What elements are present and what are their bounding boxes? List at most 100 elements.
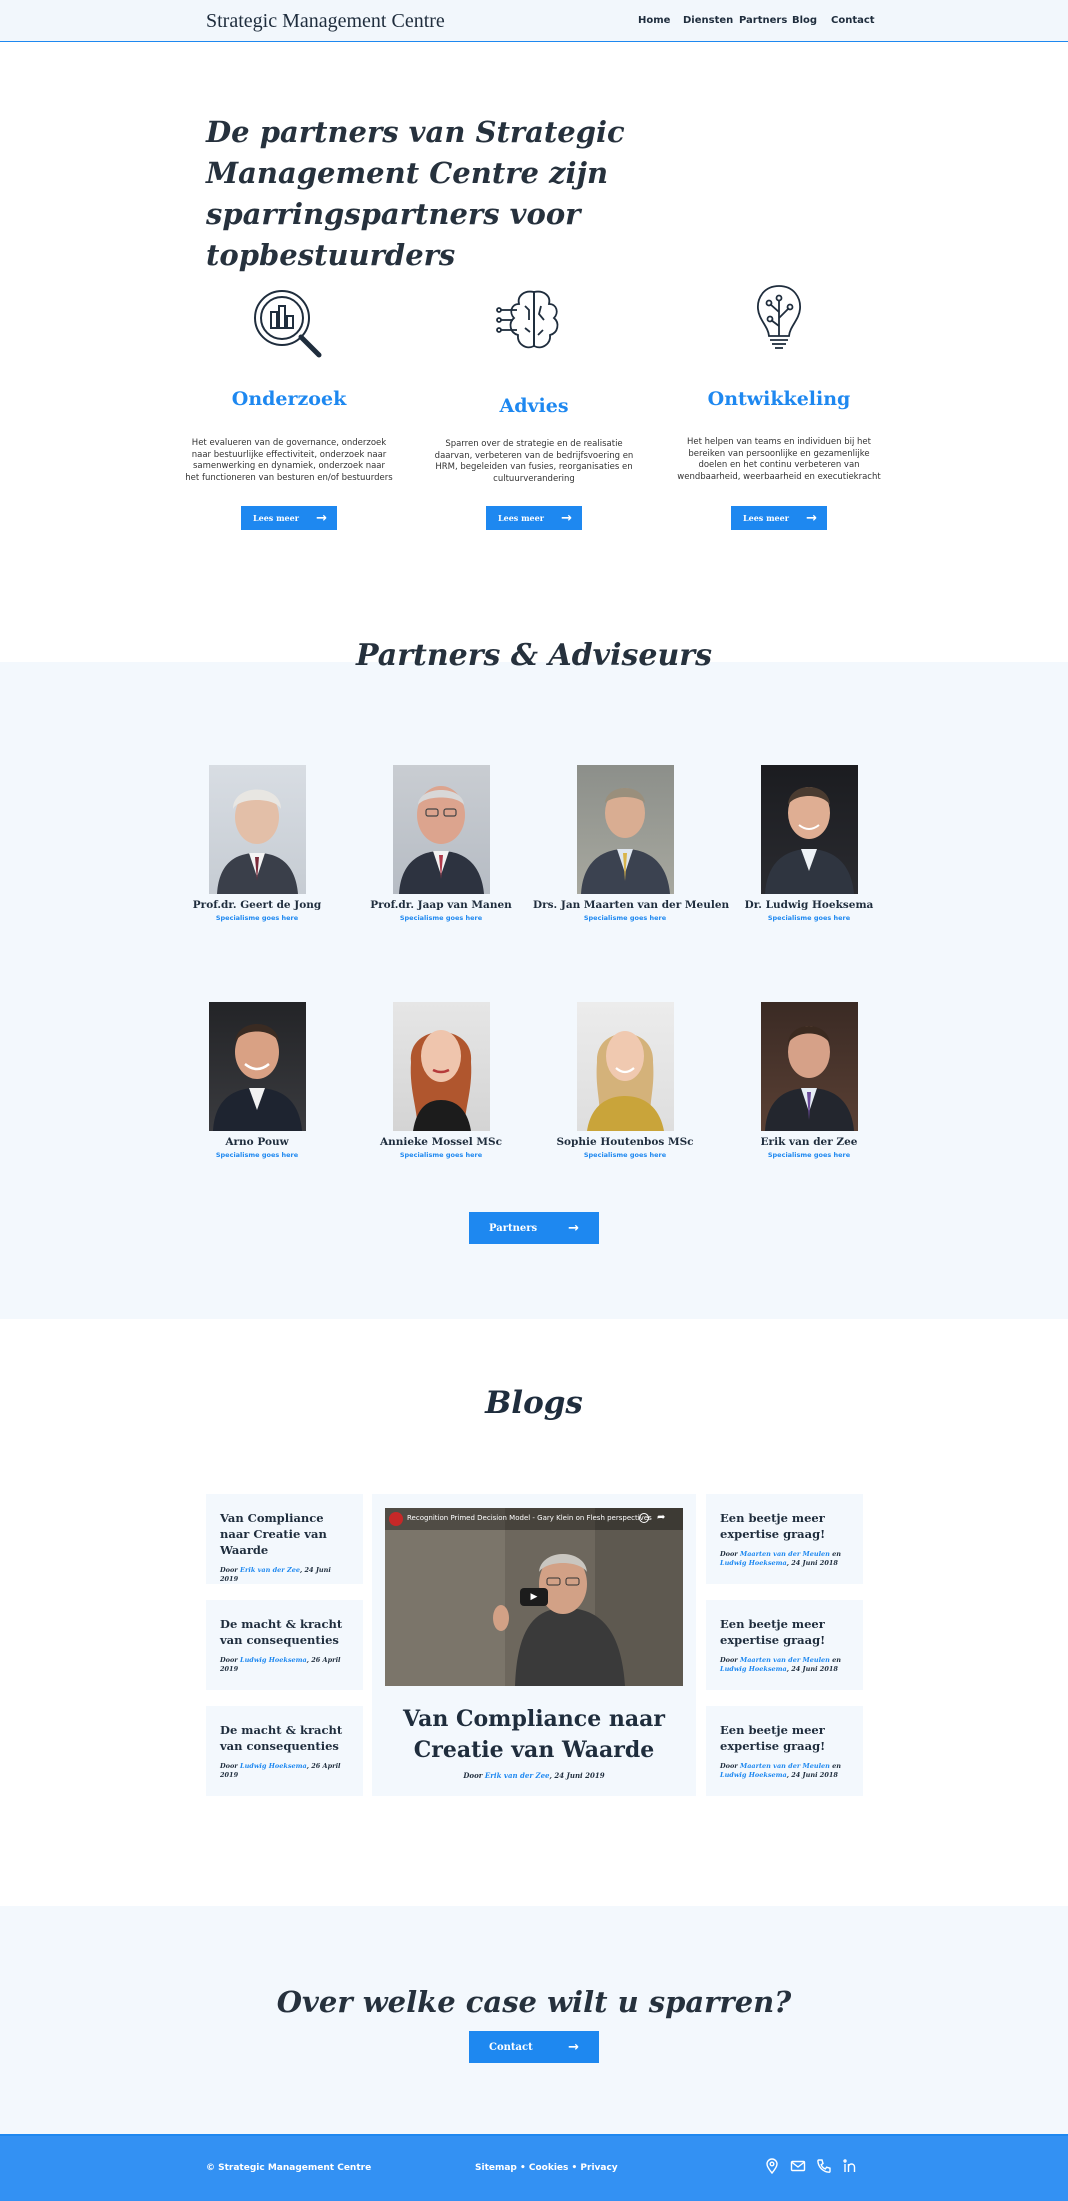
partner-specialism: Specialisme goes here [215, 1151, 299, 1159]
partner-name: Dr. Ludwig Hoeksema [744, 899, 874, 911]
blog-meta: Door Ludwig Hoeksema, 26 April 2019 [220, 1762, 341, 1779]
blog-card[interactable]: Een beetje meer expertise graag! Door Ma… [706, 1494, 863, 1584]
partner-card[interactable]: Annieke Mossel MSc Specialisme goes here [349, 1002, 533, 1159]
blog-title[interactable]: Een beetje meer expertise graag! [720, 1616, 849, 1648]
blog-card[interactable]: Een beetje meer expertise graag! Door Ma… [706, 1706, 863, 1796]
nav-blog[interactable]: Blog [792, 15, 817, 26]
blog-meta: Door Erik van der Zee, 24 Juni 2019 [220, 1566, 331, 1583]
partner-card[interactable]: Arno Pouw Specialisme goes here [165, 1002, 349, 1159]
author-link[interactable]: Ludwig Hoeksema [720, 1665, 787, 1673]
brand-logo[interactable]: Strategic Management Centre [206, 10, 445, 33]
blogs-title: Blogs [485, 1385, 583, 1421]
blog-card[interactable]: Van Compliance naar Creatie van Waarde D… [206, 1494, 363, 1584]
partner-name: Drs. Jan Maarten van der Meulen [533, 899, 730, 911]
button-label: Lees meer [253, 513, 299, 523]
partner-photo [392, 765, 490, 894]
watch-later-icon[interactable] [639, 1513, 649, 1523]
blog-card[interactable]: De macht & kracht van consequenties Door… [206, 1600, 363, 1690]
read-more-button[interactable]: Lees meer → [241, 506, 337, 530]
partner-photo [392, 1002, 490, 1131]
author-link[interactable]: Erik van der Zee [240, 1566, 300, 1574]
blog-title[interactable]: Een beetje meer expertise graag! [720, 1510, 849, 1542]
service-description: Sparren over de strategie en de realisat… [434, 439, 634, 484]
footer-links[interactable]: Sitemap • Cookies • Privacy [475, 2163, 618, 2173]
partner-photo [208, 765, 306, 894]
service-description: Het helpen van teams en individuen bij h… [677, 437, 881, 482]
partner-card[interactable]: Prof.dr. Jaap van Manen Specialisme goes… [349, 765, 533, 922]
blog-card[interactable]: De macht & kracht van consequenties Door… [206, 1706, 363, 1796]
partner-specialism: Specialisme goes here [767, 914, 851, 922]
partner-specialism: Specialisme goes here [399, 1151, 483, 1159]
partner-name: Prof.dr. Geert de Jong [192, 899, 322, 911]
lightbulb-icon [734, 280, 824, 370]
partner-card[interactable]: Drs. Jan Maarten van der Meulen Speciali… [533, 765, 730, 922]
nav-contact[interactable]: Contact [831, 15, 875, 26]
site-header: Strategic Management Centre Home Dienste… [0, 0, 1068, 42]
site-footer: © Strategic Management Centre Sitemap • … [0, 2134, 1068, 2201]
arrow-right-icon: → [316, 510, 327, 526]
copyright: © Strategic Management Centre [206, 2163, 372, 2173]
button-label: Lees meer [498, 513, 544, 523]
service-description: Het evalueren van de governance, onderzo… [185, 438, 393, 483]
video-title: Recognition Primed Decision Model - Gary… [407, 1514, 652, 1522]
service-advies: Advies Sparren over de strategie en de r… [412, 280, 656, 540]
featured-blog-title[interactable]: Van Compliance naar Creatie van Waarde [372, 1704, 696, 1766]
cta-title: Over welke case wilt u sparren? [276, 1985, 792, 2019]
blog-title[interactable]: Van Compliance naar Creatie van Waarde [220, 1510, 349, 1558]
share-icon[interactable]: ➦ [657, 1512, 665, 1523]
partner-photo [576, 1002, 674, 1131]
author-link[interactable]: Ludwig Hoeksema [240, 1656, 307, 1664]
service-title: Onderzoek [231, 388, 347, 410]
partner-card[interactable]: Prof.dr. Geert de Jong Specialisme goes … [165, 765, 349, 922]
partner-photo [760, 1002, 858, 1131]
phone-icon[interactable] [816, 2158, 832, 2174]
contact-button[interactable]: Contact → [469, 2031, 599, 2063]
partner-name: Arno Pouw [225, 1136, 289, 1148]
author-link[interactable]: Maarten van der Meulen [740, 1762, 830, 1770]
button-label: Lees meer [743, 513, 789, 523]
partner-card[interactable]: Erik van der Zee Specialisme goes here [717, 1002, 901, 1159]
brain-circuit-icon [489, 280, 579, 370]
partner-name: Erik van der Zee [760, 1136, 858, 1148]
author-link[interactable]: Erik van der Zee [485, 1771, 550, 1780]
arrow-right-icon: → [806, 510, 817, 526]
nav-diensten[interactable]: Diensten [683, 15, 733, 26]
video-player[interactable]: Recognition Primed Decision Model - Gary… [385, 1508, 683, 1686]
arrow-right-icon: → [568, 2039, 579, 2055]
author-link[interactable]: Maarten van der Meulen [740, 1656, 830, 1664]
service-title: Ontwikkeling [707, 388, 851, 410]
channel-avatar [389, 1512, 403, 1526]
author-link[interactable]: Ludwig Hoeksema [720, 1559, 787, 1567]
read-more-button[interactable]: Lees meer → [731, 506, 827, 530]
author-link[interactable]: Maarten van der Meulen [740, 1550, 830, 1558]
play-button[interactable]: ▶ [520, 1588, 548, 1606]
featured-blog-meta: Door Erik van der Zee, 24 Juni 2019 [463, 1771, 605, 1780]
partner-photo [576, 765, 674, 894]
arrow-right-icon: → [568, 1220, 579, 1236]
author-link[interactable]: Ludwig Hoeksema [720, 1771, 787, 1779]
hero-title: De partners van Strategic Management Cen… [206, 115, 625, 272]
button-label: Partners [489, 1222, 538, 1234]
partners-button[interactable]: Partners → [469, 1212, 599, 1244]
partner-specialism: Specialisme goes here [583, 1151, 667, 1159]
blog-title[interactable]: Een beetje meer expertise graag! [720, 1722, 849, 1754]
read-more-button[interactable]: Lees meer → [486, 506, 582, 530]
nav-home[interactable]: Home [638, 15, 670, 26]
mail-icon[interactable] [790, 2158, 806, 2174]
location-icon[interactable] [764, 2158, 780, 2175]
linkedin-icon[interactable] [842, 2158, 858, 2174]
blog-meta: Door Maarten van der Meulen en Ludwig Ho… [720, 1656, 842, 1673]
partner-card[interactable]: Sophie Houtenbos MSc Specialisme goes he… [533, 1002, 717, 1159]
play-icon: ▶ [530, 1592, 538, 1602]
partner-card[interactable]: Dr. Ludwig Hoeksema Specialisme goes her… [717, 765, 901, 922]
blog-title[interactable]: De macht & kracht van consequenties [220, 1722, 349, 1754]
partner-specialism: Specialisme goes here [583, 914, 667, 922]
nav-partners[interactable]: Partners [739, 15, 787, 26]
blog-title[interactable]: De macht & kracht van consequenties [220, 1616, 349, 1648]
blog-meta: Door Maarten van der Meulen en Ludwig Ho… [720, 1762, 842, 1779]
partner-photo [760, 765, 858, 894]
author-link[interactable]: Ludwig Hoeksema [240, 1762, 307, 1770]
service-ontwikkeling: Ontwikkeling Het helpen van teams en ind… [657, 280, 901, 540]
blog-card[interactable]: Een beetje meer expertise graag! Door Ma… [706, 1600, 863, 1690]
blog-meta: Door Maarten van der Meulen en Ludwig Ho… [720, 1550, 842, 1567]
